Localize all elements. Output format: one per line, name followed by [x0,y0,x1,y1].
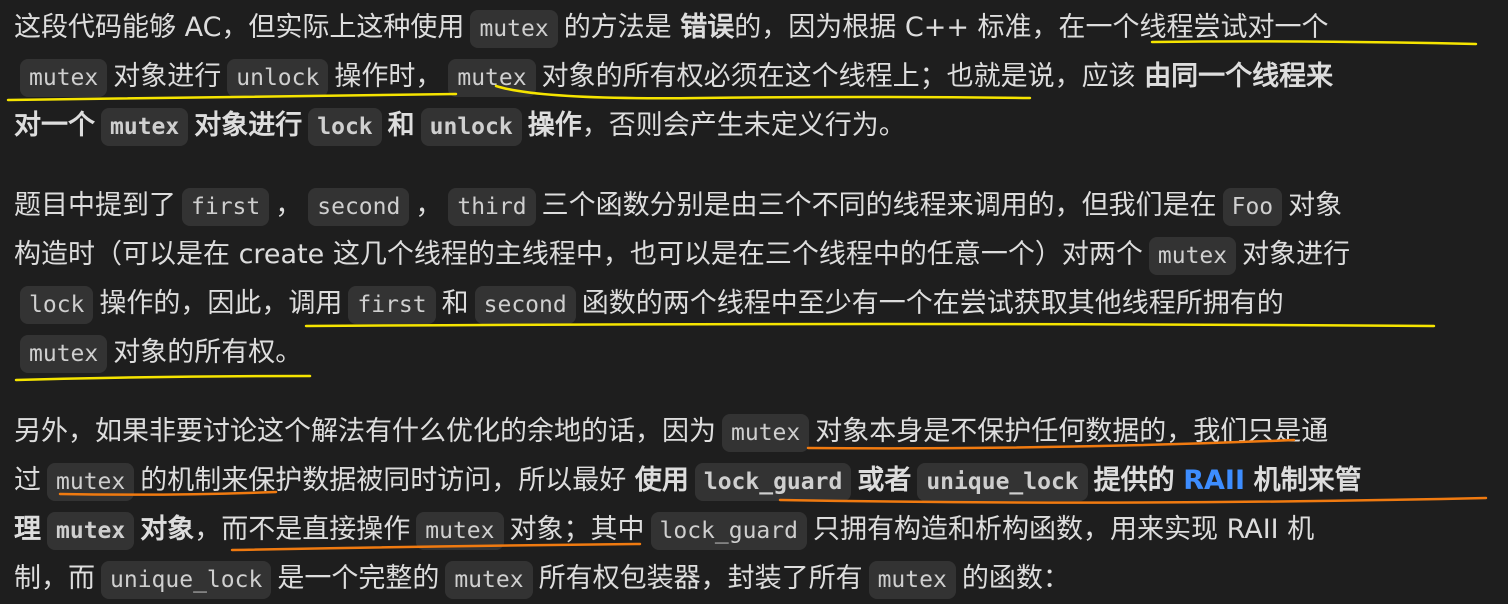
highlighted-text: 而不是直接操作 [221,514,411,545]
inline-code-unique-lock: unique_lock [101,560,272,599]
p1-line2: mutex 对象进行 unlock 操作时， mutex 对象的所有权必须在这个线程上；也… [14,54,1333,100]
highlighted-text: 对象的所有权必须在这个线程上； [541,61,947,92]
p2-line4: mutex 对象的所有权。 [14,330,302,376]
text: 操作的，因此， [99,288,289,319]
text: 题目中提到了 [14,190,176,221]
text: 三个函数分别是由三个不同的线程来调用的，但我们是在 [541,190,1217,221]
yellow-underline-p2-l4 [14,374,312,382]
text: 的，因为根据 C++ 标准， [734,12,1059,43]
p3-line3: 理 mutex 对象，而不是直接操作 mutex 对象；其中 lock_guard 只拥有构… [14,507,1314,553]
document-body: 这段代码能够 AC，但实际上这种使用 mutex 的方法是 错误的，因为根据 C++… [0,0,1508,604]
inline-code-mutex: mutex [868,560,956,599]
text: 操作时， [334,61,443,92]
inline-code-unique-lock: unique_lock [917,462,1088,501]
inline-code-lock: lock [20,285,94,324]
text: ， [275,190,303,221]
text: 构造时（可以是在 create 这几个线程的主线程中，也可以是在三个线程中的任意… [14,239,1143,270]
inline-code-mutex: mutex [722,413,810,452]
p2-line3: lock 操作的，因此，调用 first 和 second 函数的两个线程中至少有一个在尝… [14,281,1284,327]
inline-code-mutex: mutex [47,511,135,550]
text: 是一个完整的 [277,563,440,594]
text: 制，而 [14,563,95,594]
bold-text: 使用 [634,465,689,496]
inline-code-second: second [308,187,410,226]
inline-code-mutex: mutex [1148,236,1237,275]
text: 另外，如果非要讨论这个解法有什么优化的余地的话，因为 [14,416,716,447]
inline-code-lock-guard: lock_guard [650,511,807,550]
text: ，否则会产生未定义行为。 [581,110,906,141]
highlighted-text: 和 [441,288,469,319]
p2-line1: 题目中提到了 first， second， third 三个函数分别是由三个不同的线程来… [14,183,1342,229]
p2-line2: 构造时（可以是在 create 这几个线程的主线程中，也可以是在三个线程中的任意… [14,232,1350,278]
bold-text: 对象 [140,514,195,545]
text: 的方法是 [563,12,672,43]
inline-code-mutex: mutex [101,107,189,146]
inline-code-lock-guard: lock_guard [694,462,852,501]
bold-text: 对象进行 [194,110,303,141]
text: 的函数： [961,563,1070,594]
inline-code-mutex: mutex [470,9,558,48]
highlighted-text: 对象 [509,514,564,545]
inline-code-mutex: mutex [445,560,533,599]
inline-code-unlock: unlock [420,107,522,146]
raii-highlight: RAII [1183,465,1246,496]
inline-code-mutex: mutex [20,334,108,373]
highlighted-text: 对象本身是不保护任何数据的 [815,416,1167,447]
bold-text: 操作 [527,110,582,141]
text: 所有权包装器，封装了所有 [538,563,863,594]
text: 只拥有构造和析构函数，用来实现 RAII 机 [812,514,1315,545]
inline-code-lock: lock [308,107,382,146]
inline-code-first: first [348,285,436,324]
text: 对象 [1288,190,1343,221]
bold-text: 对一个 [14,110,95,141]
highlighted-text: 函数的两个线程中至少有一个在尝试获取其他线程所拥有的 [581,288,1284,319]
inline-code-mutex: mutex [47,462,135,501]
bold-text: 和 [387,110,415,141]
p3-line2: 过 mutex 的机制来保护数据被同时访问，所以最好 使用 lock_guard 或者 u… [14,458,1362,504]
bold-text: 由同一个线程来 [1144,61,1334,92]
inline-code-first: first [182,187,270,226]
inline-code-second: second [474,285,576,324]
inline-code-foo: Foo [1222,187,1283,226]
bold-text: 机制来管 [1253,465,1362,496]
text: 对象进行 [113,61,222,92]
highlighted-text: 调用 [288,288,343,319]
bold-text: 理 [14,514,41,545]
text: ， [194,514,222,545]
inline-code-unlock: unlock [227,58,329,97]
text: ， [415,190,443,221]
text: ，我们只是通 [1166,416,1329,447]
text: ；其中 [563,514,645,545]
text: 保护数据被同时访问，所以最好 [248,465,627,496]
bold-text: 或者 [857,465,912,496]
highlighted-text: 在一个线程尝试对一个 [1058,12,1329,43]
inline-code-mutex: mutex [416,511,504,550]
text: 这段代码能够 AC，但实际上这种使用 [14,12,465,43]
highlighted-text: 对象的所有权。 [113,337,303,368]
highlighted-text: 的机制来 [140,465,249,496]
inline-code-mutex: mutex [20,58,108,97]
bold-text: 提供的 [1093,465,1175,496]
p1-line3: 对一个 mutex 对象进行 lock 和 unlock 操作，否则会产生未定义行为。 [14,103,906,149]
text: 也就是说，应该 [946,61,1136,92]
p1-line1: 这段代码能够 AC，但实际上这种使用 mutex 的方法是 错误的，因为根据 C++… [14,5,1329,51]
p3-line1: 另外，如果非要讨论这个解法有什么优化的余地的话，因为 mutex 对象本身是不保护任… [14,409,1328,455]
p3-line4: 制，而 unique_lock 是一个完整的 mutex 所有权包装器，封装了所有 mut… [14,556,1070,602]
text: 对象进行 [1242,239,1351,270]
inline-code-third: third [448,187,536,226]
text: 过 [14,465,41,496]
bold-wrong: 错误 [680,12,735,43]
inline-code-mutex: mutex [448,58,536,97]
